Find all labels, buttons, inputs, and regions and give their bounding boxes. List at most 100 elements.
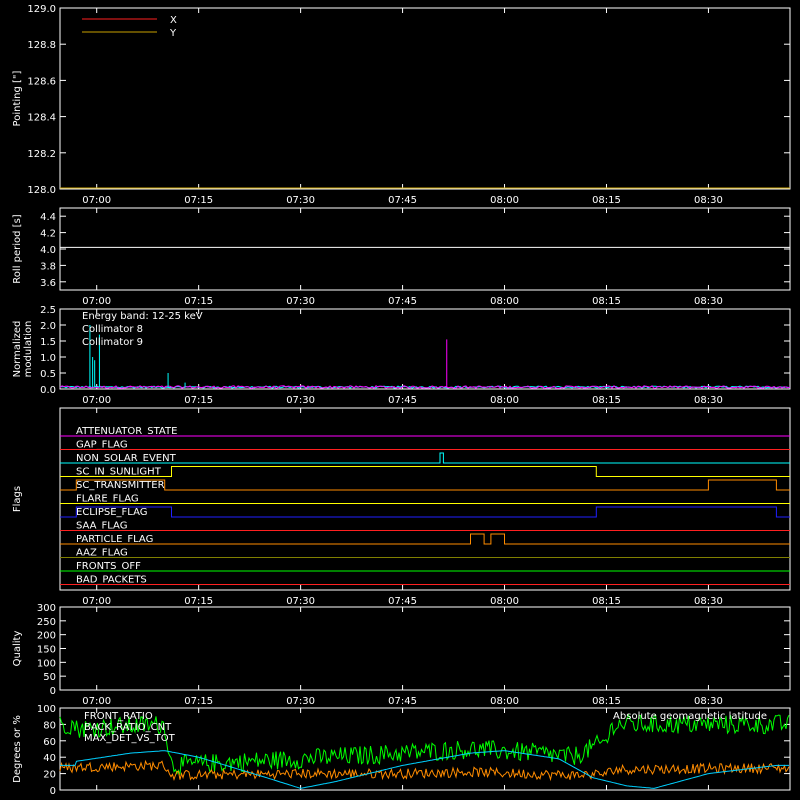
roll-xtick-label: 08:30: [694, 296, 723, 307]
quality-ytick-label: 100: [37, 658, 56, 669]
quality-xtick-label: 07:30: [286, 696, 315, 707]
modulation-ytick-label: 0.0: [40, 385, 56, 396]
degrees-ytick-label: 40: [43, 753, 56, 764]
pointing-ytick-label: 129.0: [27, 4, 56, 15]
pointing-ytick-label: 128.0: [27, 185, 56, 196]
flags-xtick-label: 07:15: [184, 596, 213, 607]
pointing-xtick-label: 07:45: [388, 195, 417, 206]
flags-xtick-label: 07:00: [82, 596, 111, 607]
modulation-xtick-label: 07:45: [388, 395, 417, 406]
flags-xtick-label: 08:15: [592, 596, 621, 607]
modulation-ytick-label: 2.5: [40, 305, 56, 316]
modulation-xtick-label: 07:00: [82, 395, 111, 406]
degrees-ytick-label: 100: [37, 704, 56, 715]
flag-label-sc_transmitter: SC_TRANSMITTER: [76, 480, 165, 491]
flag-label-gap_flag: GAP_FLAG: [76, 440, 128, 451]
modulation-ytick-label: 0.5: [40, 369, 56, 380]
legend-max_det_vs_tot: MAX_DET_VS_TOT: [84, 733, 176, 744]
modulation-xtick-label: 08:00: [490, 395, 519, 406]
pointing-ytick-label: 128.2: [27, 149, 56, 160]
roll-xtick-label: 08:15: [592, 296, 621, 307]
flag-line-sc_in_sunlight: [60, 466, 790, 477]
quality-frame: [59, 606, 791, 691]
roll-frame: [59, 207, 791, 291]
modulation-ytick-label: 2.0: [40, 321, 56, 332]
pointing-xtick-label: 07:00: [82, 195, 111, 206]
quality-ytick-label: 250: [37, 617, 56, 628]
legend-collimator-8: Collimator 8: [82, 324, 143, 335]
legend-front_ratio: FRONT_RATIO: [84, 711, 153, 722]
modulation-ytick-label: 1.5: [40, 337, 56, 348]
degrees-ytick-label: 80: [43, 720, 56, 731]
legend-back_ratio_cnt: BACK_RATIO_CNT: [84, 722, 172, 733]
flag-line-eclipse_flag: [60, 506, 790, 518]
quality-xtick-label: 08:15: [592, 696, 621, 707]
roll-ytick-label: 4.4: [40, 212, 56, 223]
flag-label-bad_packets: BAD_PACKETS: [76, 575, 147, 586]
modulation-xtick-label: 07:30: [286, 395, 315, 406]
degrees-ylabel: Degrees or %: [12, 715, 23, 783]
pointing-xtick-label: 08:15: [592, 195, 621, 206]
flag-line-sc_transmitter: [60, 479, 790, 491]
pointing-xtick-label: 08:00: [490, 195, 519, 206]
modulation-xtick-label: 07:15: [184, 395, 213, 406]
degrees-ytick-label: 0: [50, 786, 56, 797]
quality-ytick-label: 200: [37, 631, 56, 642]
roll-ylabel: Roll period [s]: [12, 214, 23, 283]
roll-xtick-label: 07:00: [82, 296, 111, 307]
quality-xtick-label: 08:00: [490, 696, 519, 707]
max-det-vs-tot-series: [59, 759, 790, 782]
legend-collimator-9: Collimator 9: [82, 337, 143, 348]
pointing-xtick-label: 08:30: [694, 195, 723, 206]
stix-quicklook-chart: 128.0 128.2 128.4 128.6 128.8 129.0 Pointing […: [12, 4, 791, 797]
legend-label-y: Y: [169, 28, 177, 39]
degrees-ytick-label: 60: [43, 737, 56, 748]
quality-xtick-label: 07:15: [184, 696, 213, 707]
flags-ylabel: Flags: [12, 486, 23, 512]
flag-label-particle_flag: PARTICLE_FLAG: [76, 534, 153, 545]
roll-xtick-label: 07:15: [184, 296, 213, 307]
flags-xtick-label: 08:00: [490, 596, 519, 607]
flags-xtick-label: 07:30: [286, 596, 315, 607]
flag-label-non_solar_event: NON_SOLAR_EVENT: [76, 453, 177, 464]
modulation-xtick-label: 08:30: [694, 395, 723, 406]
flag-label-sc_in_sunlight: SC_IN_SUNLIGHT: [76, 467, 162, 478]
modulation-ytick-label: 1.0: [40, 353, 56, 364]
quality-ytick-label: 300: [37, 603, 56, 614]
roll-ytick-label: 4.0: [40, 245, 56, 256]
quality-ylabel: Quality: [12, 631, 23, 667]
flags-xtick-label: 07:45: [388, 596, 417, 607]
flag-line-particle_flag: [60, 533, 790, 545]
pointing-xtick-label: 07:15: [184, 195, 213, 206]
quality-ytick-label: 50: [43, 672, 56, 683]
pointing-ytick-label: 128.6: [27, 76, 56, 87]
flag-label-attenuator_state: ATTENUATOR_STATE: [76, 426, 177, 437]
roll-ytick-label: 4.2: [40, 229, 56, 240]
energy-band-annotation: Energy band: 12-25 keV: [82, 311, 203, 322]
quality-ytick-label: 150: [37, 645, 56, 656]
geomagnetic-latitude-label: Absolute geomagnetic latitude: [613, 711, 767, 722]
roll-xtick-label: 08:00: [490, 296, 519, 307]
quality-xtick-label: 07:00: [82, 696, 111, 707]
pointing-ytick-label: 128.8: [27, 40, 56, 51]
roll-xtick-label: 07:45: [388, 296, 417, 307]
roll-ytick-label: 3.6: [40, 278, 56, 289]
degrees-ytick-label: 20: [43, 770, 56, 781]
pointing-ytick-label: 128.4: [27, 113, 56, 124]
flag-label-flare_flag: FLARE_FLAG: [76, 494, 139, 505]
legend-label-x: X: [170, 15, 177, 26]
roll-ytick-label: 3.8: [40, 261, 56, 272]
roll-xtick-label: 07:30: [286, 296, 315, 307]
pointing-ylabel: Pointing ["]: [12, 70, 23, 126]
modulation-ylabel: Normalized: [12, 321, 23, 378]
geomagnetic-latitude-series: [60, 750, 789, 789]
flag-label-saa_flag: SAA_FLAG: [76, 521, 127, 532]
modulation-ylabel-2: modulation: [23, 321, 34, 378]
quality-ytick-label: 0: [50, 686, 56, 697]
modulation-xtick-label: 08:15: [592, 395, 621, 406]
flag-label-eclipse_flag: ECLIPSE_FLAG: [76, 507, 147, 518]
quality-xtick-label: 08:30: [694, 696, 723, 707]
pointing-xtick-label: 07:30: [286, 195, 315, 206]
flag-label-aaz_flag: AAZ_FLAG: [76, 548, 128, 559]
flag-label-fronts_off: FRONTS_OFF: [76, 561, 141, 572]
